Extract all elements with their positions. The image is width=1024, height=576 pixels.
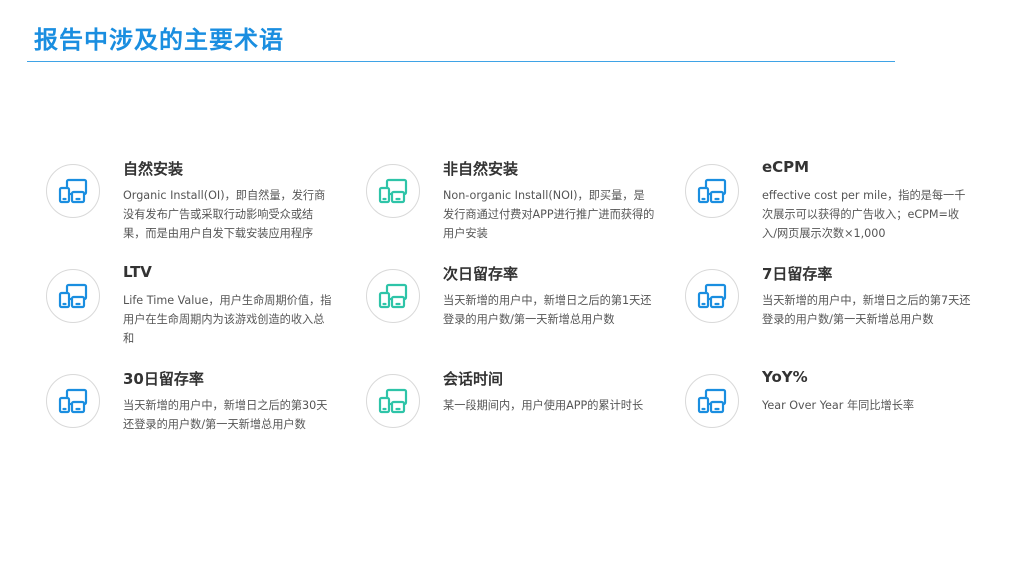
term-title: 7日留存率 [762, 265, 833, 283]
terms-grid: 自然安装 Organic Install(OI)，即自然量，发行商没有发布广告或… [0, 0, 1024, 576]
term-title: 次日留存率 [443, 265, 519, 283]
devices-icon [46, 269, 100, 323]
term-title: 30日留存率 [123, 370, 204, 388]
devices-icon [46, 374, 100, 428]
term-title: eCPM [762, 158, 810, 176]
term-description: Year Over Year 年同比增长率 [762, 399, 915, 412]
term-description: effective cost per mile，指的是每一千次展示可以获得的广告… [762, 189, 966, 240]
term-item: 自然安装 Organic Install(OI)，即自然量，发行商没有发布广告或… [46, 160, 366, 262]
term-title: 自然安装 [123, 160, 184, 178]
term-item: eCPM effective cost per mile，指的是每一千次展示可以… [685, 158, 1005, 262]
term-description: 当天新增的用户中，新增日之后的第7天还登录的用户数/第一天新增总用户数 [762, 294, 971, 326]
term-description: Life Time Value，用户生命周期价值，指用户在生命周期内为该游戏创造… [123, 294, 332, 345]
term-description: Non-organic Install(NOI)，即买量，是发行商通过付费对AP… [443, 189, 655, 240]
devices-icon [685, 269, 739, 323]
devices-icon [685, 374, 739, 428]
term-item: 30日留存率 当天新增的用户中，新增日之后的第30天还登录的用户数/第一天新增总… [46, 370, 366, 472]
term-item: 非自然安装 Non-organic Install(NOI)，即买量，是发行商通… [366, 160, 686, 262]
term-item: 会话时间 某一段期间内，用户使用APP的累计时长 [366, 370, 686, 472]
term-item: 次日留存率 当天新增的用户中，新增日之后的第1天还登录的用户数/第一天新增总用户… [366, 265, 686, 367]
term-description: 某一段期间内，用户使用APP的累计时长 [443, 399, 644, 412]
term-item: YoY% Year Over Year 年同比增长率 [685, 368, 1005, 472]
term-title: YoY% [762, 368, 808, 386]
term-item: 7日留存率 当天新增的用户中，新增日之后的第7天还登录的用户数/第一天新增总用户… [685, 265, 1005, 367]
term-item: LTV Life Time Value，用户生命周期价值，指用户在生命周期内为该… [46, 263, 366, 367]
term-description: 当天新增的用户中，新增日之后的第1天还登录的用户数/第一天新增总用户数 [443, 294, 652, 326]
devices-icon [366, 374, 420, 428]
term-description: Organic Install(OI)，即自然量，发行商没有发布广告或采取行动影… [123, 189, 326, 240]
devices-icon [685, 164, 739, 218]
devices-icon [46, 164, 100, 218]
term-title: LTV [123, 263, 152, 281]
term-description: 当天新增的用户中，新增日之后的第30天还登录的用户数/第一天新增总用户数 [123, 399, 328, 431]
devices-icon [366, 269, 420, 323]
devices-icon [366, 164, 420, 218]
term-title: 会话时间 [443, 370, 504, 388]
term-title: 非自然安装 [443, 160, 519, 178]
